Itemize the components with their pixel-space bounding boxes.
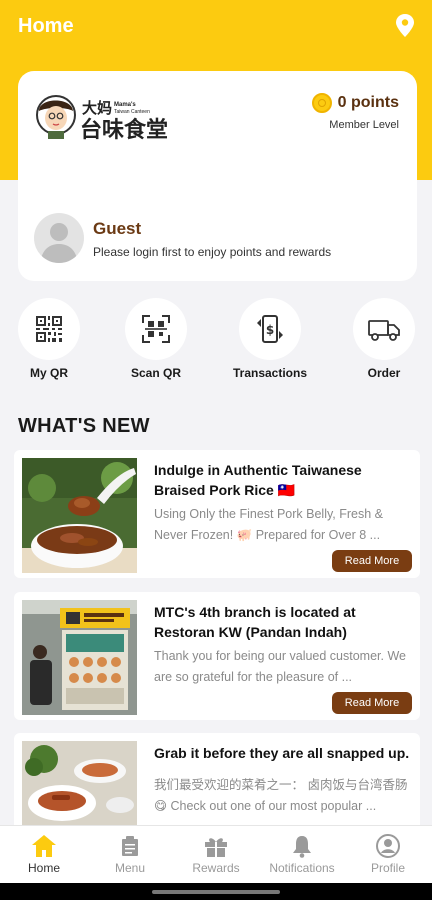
order-button[interactable]: Order	[344, 298, 424, 380]
news-card[interactable]: MTC's 4th branch is located at Restoran …	[14, 592, 420, 720]
member-level-label: Member Level	[329, 119, 399, 131]
my-qr-button[interactable]: My QR	[9, 298, 89, 380]
nav-menu[interactable]: Menu	[87, 834, 173, 875]
qr-code-icon	[36, 316, 62, 342]
news-card[interactable]: Indulge in Authentic Taiwanese Braised P…	[14, 450, 420, 578]
svg-text:Mama's: Mama's	[114, 102, 136, 108]
nav-rewards-label: Rewards	[192, 861, 240, 875]
gift-icon	[205, 838, 227, 857]
read-more-button[interactable]: Read More	[332, 692, 412, 714]
transactions-button[interactable]: $ Transactions	[230, 298, 310, 380]
news-image-sausage-rice	[22, 741, 137, 825]
transactions-label: Transactions	[232, 366, 308, 380]
page-title: Home	[18, 14, 74, 37]
transactions-icon: $	[257, 315, 283, 343]
bottom-navigation: Home Menu Rewards Notifications Profile	[0, 825, 432, 883]
nav-notifications-label: Notifications	[269, 861, 335, 875]
profile-card: 大妈 Mama's Taiwan Canteen 台味食堂 0 points M…	[18, 71, 417, 281]
avatar[interactable]	[34, 213, 84, 263]
nav-profile[interactable]: Profile	[345, 834, 431, 875]
order-label: Order	[367, 366, 401, 380]
whats-new-heading: WHAT'S NEW	[18, 415, 150, 437]
nav-rewards[interactable]: Rewards	[173, 834, 259, 875]
news-description: Thank you for being our valued customer.…	[154, 649, 406, 684]
brand-logo: 大妈 Mama's Taiwan Canteen 台味食堂	[36, 95, 168, 143]
nav-menu-label: Menu	[114, 861, 146, 875]
coin-icon	[311, 93, 332, 113]
scan-qr-button[interactable]: Scan QR	[116, 298, 196, 380]
news-card[interactable]: Grab it before they are all snapped up. …	[14, 733, 420, 825]
svg-text:台味食堂: 台味食堂	[80, 117, 168, 143]
points-value: 0 points	[337, 94, 399, 111]
home-icon	[32, 835, 56, 857]
location-pin-icon[interactable]	[394, 13, 416, 39]
news-image-braised-pork	[22, 458, 137, 573]
logo-text-top: 大妈	[82, 99, 112, 117]
quick-actions: My QR Scan QR $ Transactions Order	[0, 298, 432, 386]
svg-text:Taiwan Canteen: Taiwan Canteen	[114, 109, 150, 115]
nav-home[interactable]: Home	[1, 834, 87, 875]
news-title: Indulge in Authentic Taiwanese Braised P…	[154, 462, 362, 498]
news-description: Using Only the Finest Pork Belly, Fresh …	[154, 507, 384, 542]
my-qr-label: My QR	[29, 366, 68, 380]
app-header: Home	[0, 0, 432, 52]
news-title: MTC's 4th branch is located at Restoran …	[154, 604, 356, 640]
nav-profile-label: Profile	[370, 861, 405, 875]
svg-text:$: $	[266, 323, 274, 337]
news-image-branch-storefront	[22, 600, 137, 715]
menu-icon	[122, 836, 138, 856]
news-title: Grab it before they are all snapped up.	[154, 745, 410, 761]
nav-notifications[interactable]: Notifications	[259, 834, 345, 875]
points-display[interactable]: 0 points	[311, 93, 399, 113]
scan-qr-icon	[142, 315, 170, 343]
home-gesture-handle[interactable]	[152, 890, 280, 894]
user-silhouette-icon	[40, 223, 78, 263]
bell-icon	[293, 836, 311, 858]
news-description: 我们最受欢迎的菜肴之一： 卤肉饭与台湾香肠😋 Check out one of …	[154, 778, 408, 813]
nav-home-label: Home	[27, 861, 60, 875]
login-prompt[interactable]: Please login first to enjoy points and r…	[93, 245, 331, 259]
user-name: Guest	[93, 219, 142, 238]
profile-icon	[376, 834, 400, 858]
delivery-truck-icon	[368, 320, 400, 341]
scan-qr-label: Scan QR	[130, 366, 181, 380]
read-more-button[interactable]: Read More	[332, 550, 412, 572]
